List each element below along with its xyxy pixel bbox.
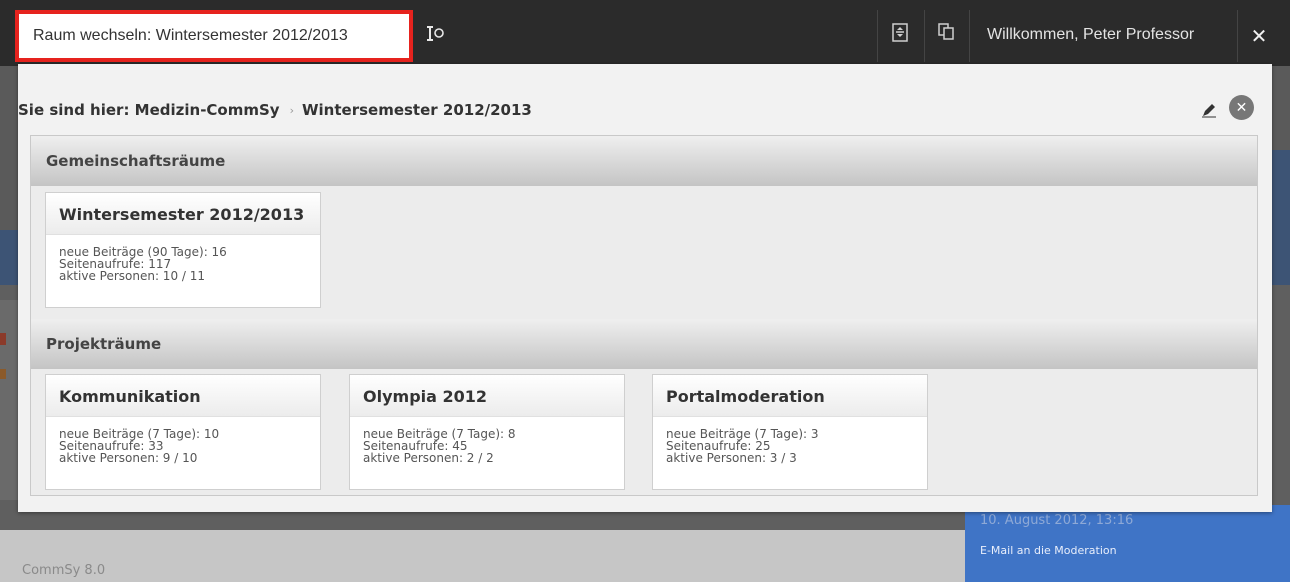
close-icon[interactable]: ✕ xyxy=(1237,10,1281,62)
stat-active-persons: aktive Personen: 9 / 10 xyxy=(59,451,198,465)
close-circle-icon[interactable]: ✕ xyxy=(1229,95,1254,120)
room-card-title[interactable]: Kommunikation xyxy=(46,375,320,417)
room-card-title[interactable]: Wintersemester 2012/2013 xyxy=(46,193,320,235)
background-blue-strip-right xyxy=(1270,150,1290,285)
room-card-stats: neue Beiträge (7 Tage): 8 Seitenaufrufe:… xyxy=(350,417,624,464)
section-community-rooms: Gemeinschaftsräume xyxy=(31,136,1257,186)
room-card-olympia[interactable]: Olympia 2012 neue Beiträge (7 Tage): 8 S… xyxy=(349,374,625,490)
background-blue-strip xyxy=(0,230,20,285)
room-card-title[interactable]: Olympia 2012 xyxy=(350,375,624,417)
stat-active-persons: aktive Personen: 3 / 3 xyxy=(666,451,797,465)
copy-icon[interactable] xyxy=(935,22,957,44)
divider xyxy=(969,10,970,62)
clipboard-icon[interactable] xyxy=(889,22,911,44)
room-card-stats: neue Beiträge (7 Tage): 3 Seitenaufrufe:… xyxy=(653,417,927,464)
edit-pencil-icon[interactable] xyxy=(1201,102,1217,118)
moderation-mail-link[interactable]: E-Mail an die Moderation xyxy=(980,544,1117,557)
breadcrumb-current-room[interactable]: Wintersemester 2012/2013 xyxy=(302,101,532,119)
background-marker xyxy=(0,369,6,379)
section-project-rooms: Projekträume xyxy=(31,319,1257,369)
breadcrumb-portal-link[interactable]: Sie sind hier: Medizin-CommSy xyxy=(18,101,280,119)
room-card-stats: neue Beiträge (7 Tage): 10 Seitenaufrufe… xyxy=(46,417,320,464)
breadcrumb: Sie sind hier: Medizin-CommSy › Winterse… xyxy=(18,100,1272,120)
background-side xyxy=(0,300,20,500)
breadcrumb-arrow-icon: › xyxy=(289,103,294,117)
footer-version: CommSy 8.0 xyxy=(22,563,106,578)
stat-active-persons: aktive Personen: 10 / 11 xyxy=(59,269,206,283)
top-bar: Raum wechseln: Wintersemester 2012/2013 … xyxy=(0,0,1290,66)
room-card-stats: neue Beiträge (90 Tage): 16 Seitenaufruf… xyxy=(46,235,320,282)
stat-active-persons: aktive Personen: 2 / 2 xyxy=(363,451,494,465)
room-list: Gemeinschaftsräume Wintersemester 2012/2… xyxy=(30,135,1258,496)
moderation-date: 10. August 2012, 13:16 xyxy=(980,513,1134,528)
divider xyxy=(877,10,878,62)
pin-tool-icon[interactable] xyxy=(424,24,448,44)
welcome-user-link[interactable]: Willkommen, Peter Professor xyxy=(987,26,1194,44)
room-card-wintersemester[interactable]: Wintersemester 2012/2013 neue Beiträge (… xyxy=(45,192,321,308)
room-card-kommunikation[interactable]: Kommunikation neue Beiträge (7 Tage): 10… xyxy=(45,374,321,490)
divider xyxy=(924,10,925,62)
room-switcher-panel: Sie sind hier: Medizin-CommSy › Winterse… xyxy=(18,64,1272,512)
room-card-portalmoderation[interactable]: Portalmoderation neue Beiträge (7 Tage):… xyxy=(652,374,928,490)
room-switch-button[interactable]: Raum wechseln: Wintersemester 2012/2013 xyxy=(15,10,413,62)
background-marker xyxy=(0,333,6,345)
room-card-title[interactable]: Portalmoderation xyxy=(653,375,927,417)
